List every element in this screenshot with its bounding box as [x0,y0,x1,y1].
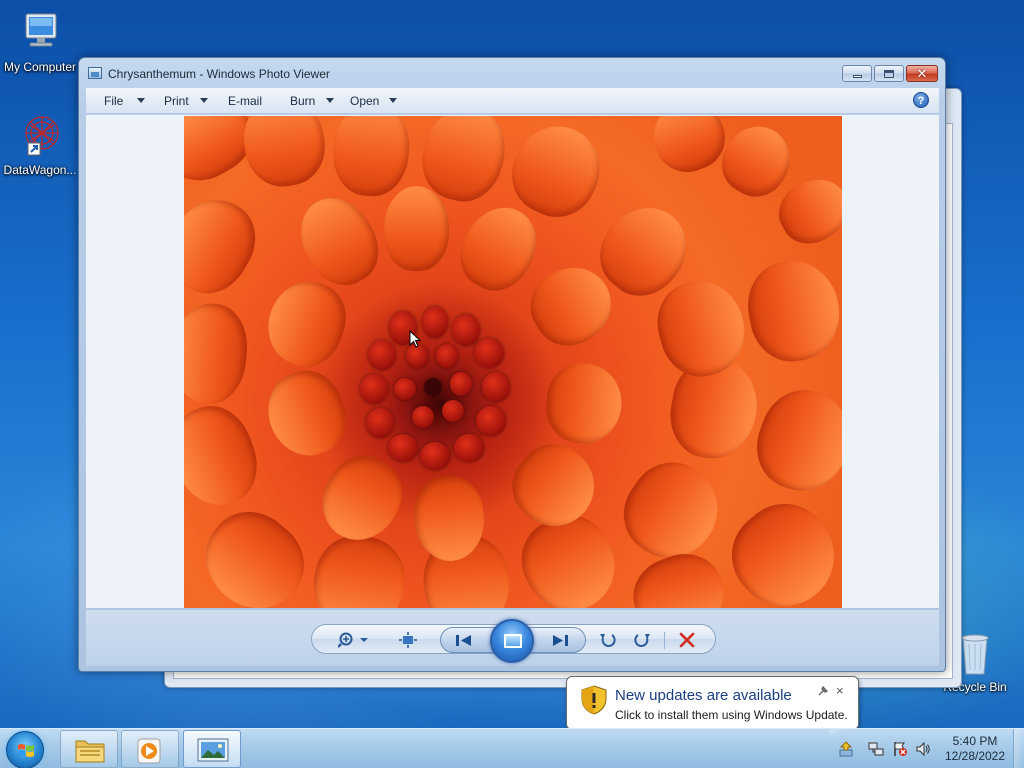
start-button[interactable] [6,731,44,768]
delete-icon[interactable] [677,632,697,648]
show-desktop-button[interactable] [1013,729,1024,768]
folder-icon [75,740,105,763]
control-bar [86,610,939,666]
mouse-cursor-icon [409,330,421,348]
menu-open-chevron-down-icon[interactable] [389,98,397,103]
menu-burn[interactable]: Burn [290,93,315,109]
title-bar[interactable]: Chrysanthemum - Windows Photo Viewer ✕ [79,58,945,88]
clock-date: 12/28/2022 [944,749,1006,763]
photo-viewer-app-icon [88,67,102,79]
photo-viewer-icon [197,738,229,762]
taskbar-media-player-button[interactable] [121,730,179,768]
next-icon[interactable] [549,632,571,648]
computer-icon [16,10,64,58]
update-notification-balloon[interactable]: New updates are available Click to insta… [566,676,859,739]
help-icon[interactable]: ? [913,92,929,108]
close-button[interactable]: ✕ [906,65,938,82]
media-player-icon [137,738,161,764]
desktop-icon-label: DataWagon... [3,163,77,177]
rotate-clockwise-icon[interactable] [632,632,652,648]
maximize-button[interactable] [874,65,904,82]
windows-logo-icon [18,744,34,757]
chrysanthemum-photo [184,116,842,608]
picture-area[interactable] [86,115,939,608]
volume-icon[interactable] [915,741,931,757]
notification-options-icon[interactable] [817,685,829,700]
menu-file-chevron-down-icon[interactable] [137,98,145,103]
menu-open[interactable]: Open [350,93,379,109]
actual-size-icon[interactable] [398,632,418,648]
control-divider [664,632,665,649]
menu-bar: File Print E-mail Burn Open ? [86,88,939,114]
clock[interactable]: 5:40 PM 12/28/2022 [935,734,1015,764]
menu-email[interactable]: E-mail [228,93,262,109]
action-center-flag-icon[interactable] [892,741,908,757]
shield-warning-icon [581,685,607,715]
taskbar-explorer-button[interactable] [60,730,118,768]
desktop-icon-label: My Computer [3,60,77,74]
desktop-icon-my-computer[interactable]: My Computer [0,10,80,74]
minimize-icon [852,75,862,78]
previous-icon[interactable] [453,632,475,648]
zoom-icon[interactable] [337,632,372,648]
menu-print-chevron-down-icon[interactable] [200,98,208,103]
datawagon-shortcut-icon [16,113,64,161]
notification-title: New updates are available [615,687,792,704]
photo-viewer-window[interactable]: Chrysanthemum - Windows Photo Viewer ✕ F… [78,57,946,672]
slideshow-button[interactable] [490,619,534,663]
notification-close-button[interactable]: × [836,683,844,698]
minimize-button[interactable] [842,65,872,82]
menu-burn-chevron-down-icon[interactable] [326,98,334,103]
control-pill [311,619,716,663]
desktop: My Computer DataWagon... Recycle Bin Chr… [0,0,1024,728]
window-title: Chrysanthemum - Windows Photo Viewer [108,67,330,81]
rotate-counterclockwise-icon[interactable] [598,632,618,648]
notification-text: Click to install them using Windows Upda… [615,708,848,722]
network-icon[interactable] [868,741,884,757]
menu-file[interactable]: File [104,93,123,109]
close-icon: ✕ [916,66,928,81]
windows-update-tray-icon[interactable] [838,741,854,757]
clock-time: 5:40 PM [952,734,998,748]
taskbar: 5:40 PM 12/28/2022 [0,728,1024,768]
desktop-icon-datawagon[interactable]: DataWagon... [0,113,80,177]
menu-print[interactable]: Print [164,93,189,109]
taskbar-photo-viewer-button[interactable] [183,730,241,768]
slideshow-icon [504,634,522,648]
maximize-icon [884,69,894,78]
